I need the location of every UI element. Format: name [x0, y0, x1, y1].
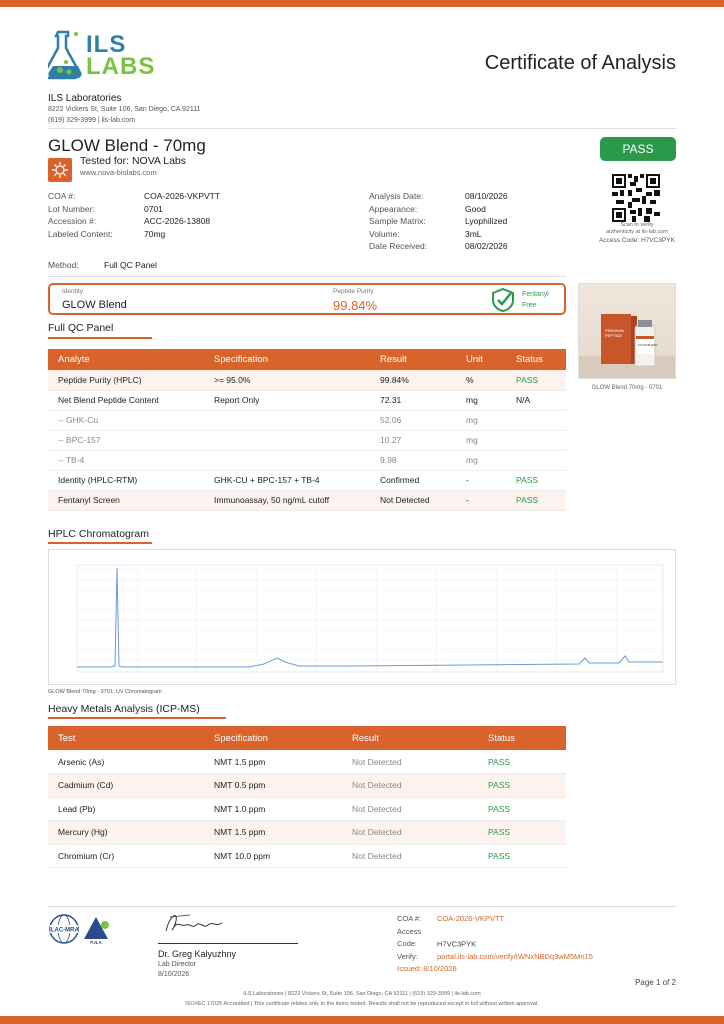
- table-row: -- TB-4 9.98 mg: [48, 450, 566, 471]
- verify-link[interactable]: portal.ils-lab.com/verify/IWNxNBDq3wM5Mn…: [437, 952, 593, 961]
- signer-name: Dr. Greg Kalyuzhny: [158, 949, 237, 959]
- svg-text:PEPTIDE: PEPTIDE: [605, 333, 622, 338]
- product-photo: PREMIUM PEPTIDE GLOW BLEND: [578, 283, 676, 379]
- table-row: -- GHK-Cu 52.06 mg: [48, 410, 566, 431]
- qr-caption: Scan to verify authenticity at ils-lab.c…: [606, 222, 668, 235]
- tested-for: Tested for: NOVA Labs: [80, 155, 187, 167]
- col-status: Status: [506, 349, 566, 370]
- meta-right: Analysis Date: 08/10/2026 Appearance: Good…: [369, 191, 508, 251]
- qr-code-icon[interactable]: [612, 174, 660, 222]
- table-row: Lead (Pb) NMT 1.0 ppm Not Detected PASS: [48, 797, 566, 821]
- svg-text:PJLA: PJLA: [90, 940, 102, 945]
- table-row: Identity (HPLC-RTM) GHK-CU + BPC-157 + TB…: [48, 470, 566, 491]
- table-row: Cadmium (Cd) NMT 0.5 ppm Not Detected PASS: [48, 773, 566, 798]
- section-underline: [48, 717, 226, 719]
- identity-label: Identity: [62, 288, 83, 295]
- access-code: Access Code: H7VC3PYK: [599, 237, 675, 244]
- hplc-chromatogram: [48, 549, 676, 685]
- signature-image: [165, 914, 223, 932]
- document-title: Certificate of Analysis: [484, 52, 676, 74]
- lab-contact: (619) 329-3999 | ils-lab.com: [48, 117, 136, 124]
- col-analyte: Analyte: [48, 349, 204, 370]
- shield-check-icon: [492, 287, 514, 313]
- signer-date: 8/10/2026: [158, 971, 190, 978]
- lab-info: ILS Laboratories 8222 Vickers St, Suite …: [48, 93, 201, 126]
- client-logo-icon: [48, 158, 72, 182]
- svg-text:GLOW BLEND: GLOW BLEND: [638, 343, 659, 347]
- meta-left: COA #: COA-2026-VKPVTT Lot Number: 0701 Ac…: [48, 191, 221, 239]
- table-row: -- BPC-157 10.27 mg: [48, 430, 566, 451]
- col-result: Result: [370, 349, 456, 370]
- top-accent-bar: [0, 0, 724, 7]
- table-row: Fentanyl Screen Immunoassay, 50 ng/mL cut…: [48, 490, 566, 511]
- signer-title: Lab Director: [158, 961, 197, 968]
- col-specification: Specification: [204, 349, 370, 370]
- product-name: GLOW Blend - 70mg: [48, 136, 206, 155]
- col-status: Status: [478, 726, 566, 750]
- overall-pass-badge: PASS: [600, 137, 676, 161]
- hplc-section-title: HPLC Chromatogram: [48, 528, 149, 540]
- hplc-caption: GLOW Blend 70mg - 0701: UV Chromatogram: [48, 689, 162, 695]
- table-row: Mercury (Hg) NMT 1.5 ppm Not Detected PASS: [48, 820, 566, 845]
- footer-disclaimer: ISO/IEC 17025 Accredited | This certific…: [185, 1001, 539, 1007]
- client-url[interactable]: www.nova-biolabs.com: [80, 168, 157, 177]
- page-number: Page 1 of 2: [635, 978, 676, 987]
- divider: [48, 906, 676, 907]
- method-value: Full QC Panel: [104, 260, 157, 270]
- col-test: Test: [48, 726, 204, 750]
- metals-section-title: Heavy Metals Analysis (ICP-MS): [48, 703, 200, 715]
- table-row: Peptide Purity (HPLC) >= 95.0% 99.84%% PASS: [48, 370, 566, 391]
- col-result: Result: [342, 726, 478, 750]
- logo-wordmark: ILS LABS: [86, 31, 156, 80]
- identity-value: GLOW Blend: [62, 299, 127, 311]
- accreditation-logos: ILAC-MRA PJLA: [49, 914, 109, 945]
- table-row: Net Blend Peptide Content Report Only 72.3…: [48, 390, 566, 411]
- table-row: Arsenic (As) NMT 1.5 ppm Not Detected PASS: [48, 750, 566, 774]
- photo-caption: GLOW Blend 70mg - 0701: [591, 385, 663, 391]
- method-label: Method:: [48, 260, 79, 270]
- qc-table: Analyte Specification Result Unit Status…: [48, 349, 566, 511]
- footer-address: ILS Laboratories | 8222 Vickers St, Suit…: [243, 991, 481, 997]
- verification-block: COA #: COA-2026-VKPVTT Access Code: H7VC3P…: [397, 914, 593, 973]
- section-underline: [48, 337, 152, 339]
- summary-box: Identity GLOW Blend Peptide Purity 99.84…: [48, 283, 566, 315]
- col-unit: Unit: [456, 349, 506, 370]
- qc-section-title: Full QC Panel: [48, 322, 114, 334]
- signature-line: [158, 943, 298, 944]
- divider: [48, 276, 566, 277]
- lab-name: ILS Laboratories: [48, 93, 122, 104]
- purity-value: 99.84%: [333, 298, 378, 313]
- purity-label: Peptide Purity: [333, 288, 374, 295]
- lab-address: 8222 Vickers St, Suite 106, San Diego, C…: [48, 106, 201, 113]
- section-underline: [48, 542, 152, 544]
- svg-text:ILAC-MRA: ILAC-MRA: [49, 928, 79, 934]
- divider: [48, 128, 676, 129]
- metals-table: Test Specification Result Status Arsenic…: [48, 726, 566, 868]
- fentanyl-free-label: Fentanyl Free: [522, 291, 549, 309]
- table-row: Chromium (Cr) NMT 10.0 ppm Not Detected PAS…: [48, 844, 566, 868]
- col-specification: Specification: [204, 726, 342, 750]
- bottom-accent-bar: [0, 1016, 724, 1024]
